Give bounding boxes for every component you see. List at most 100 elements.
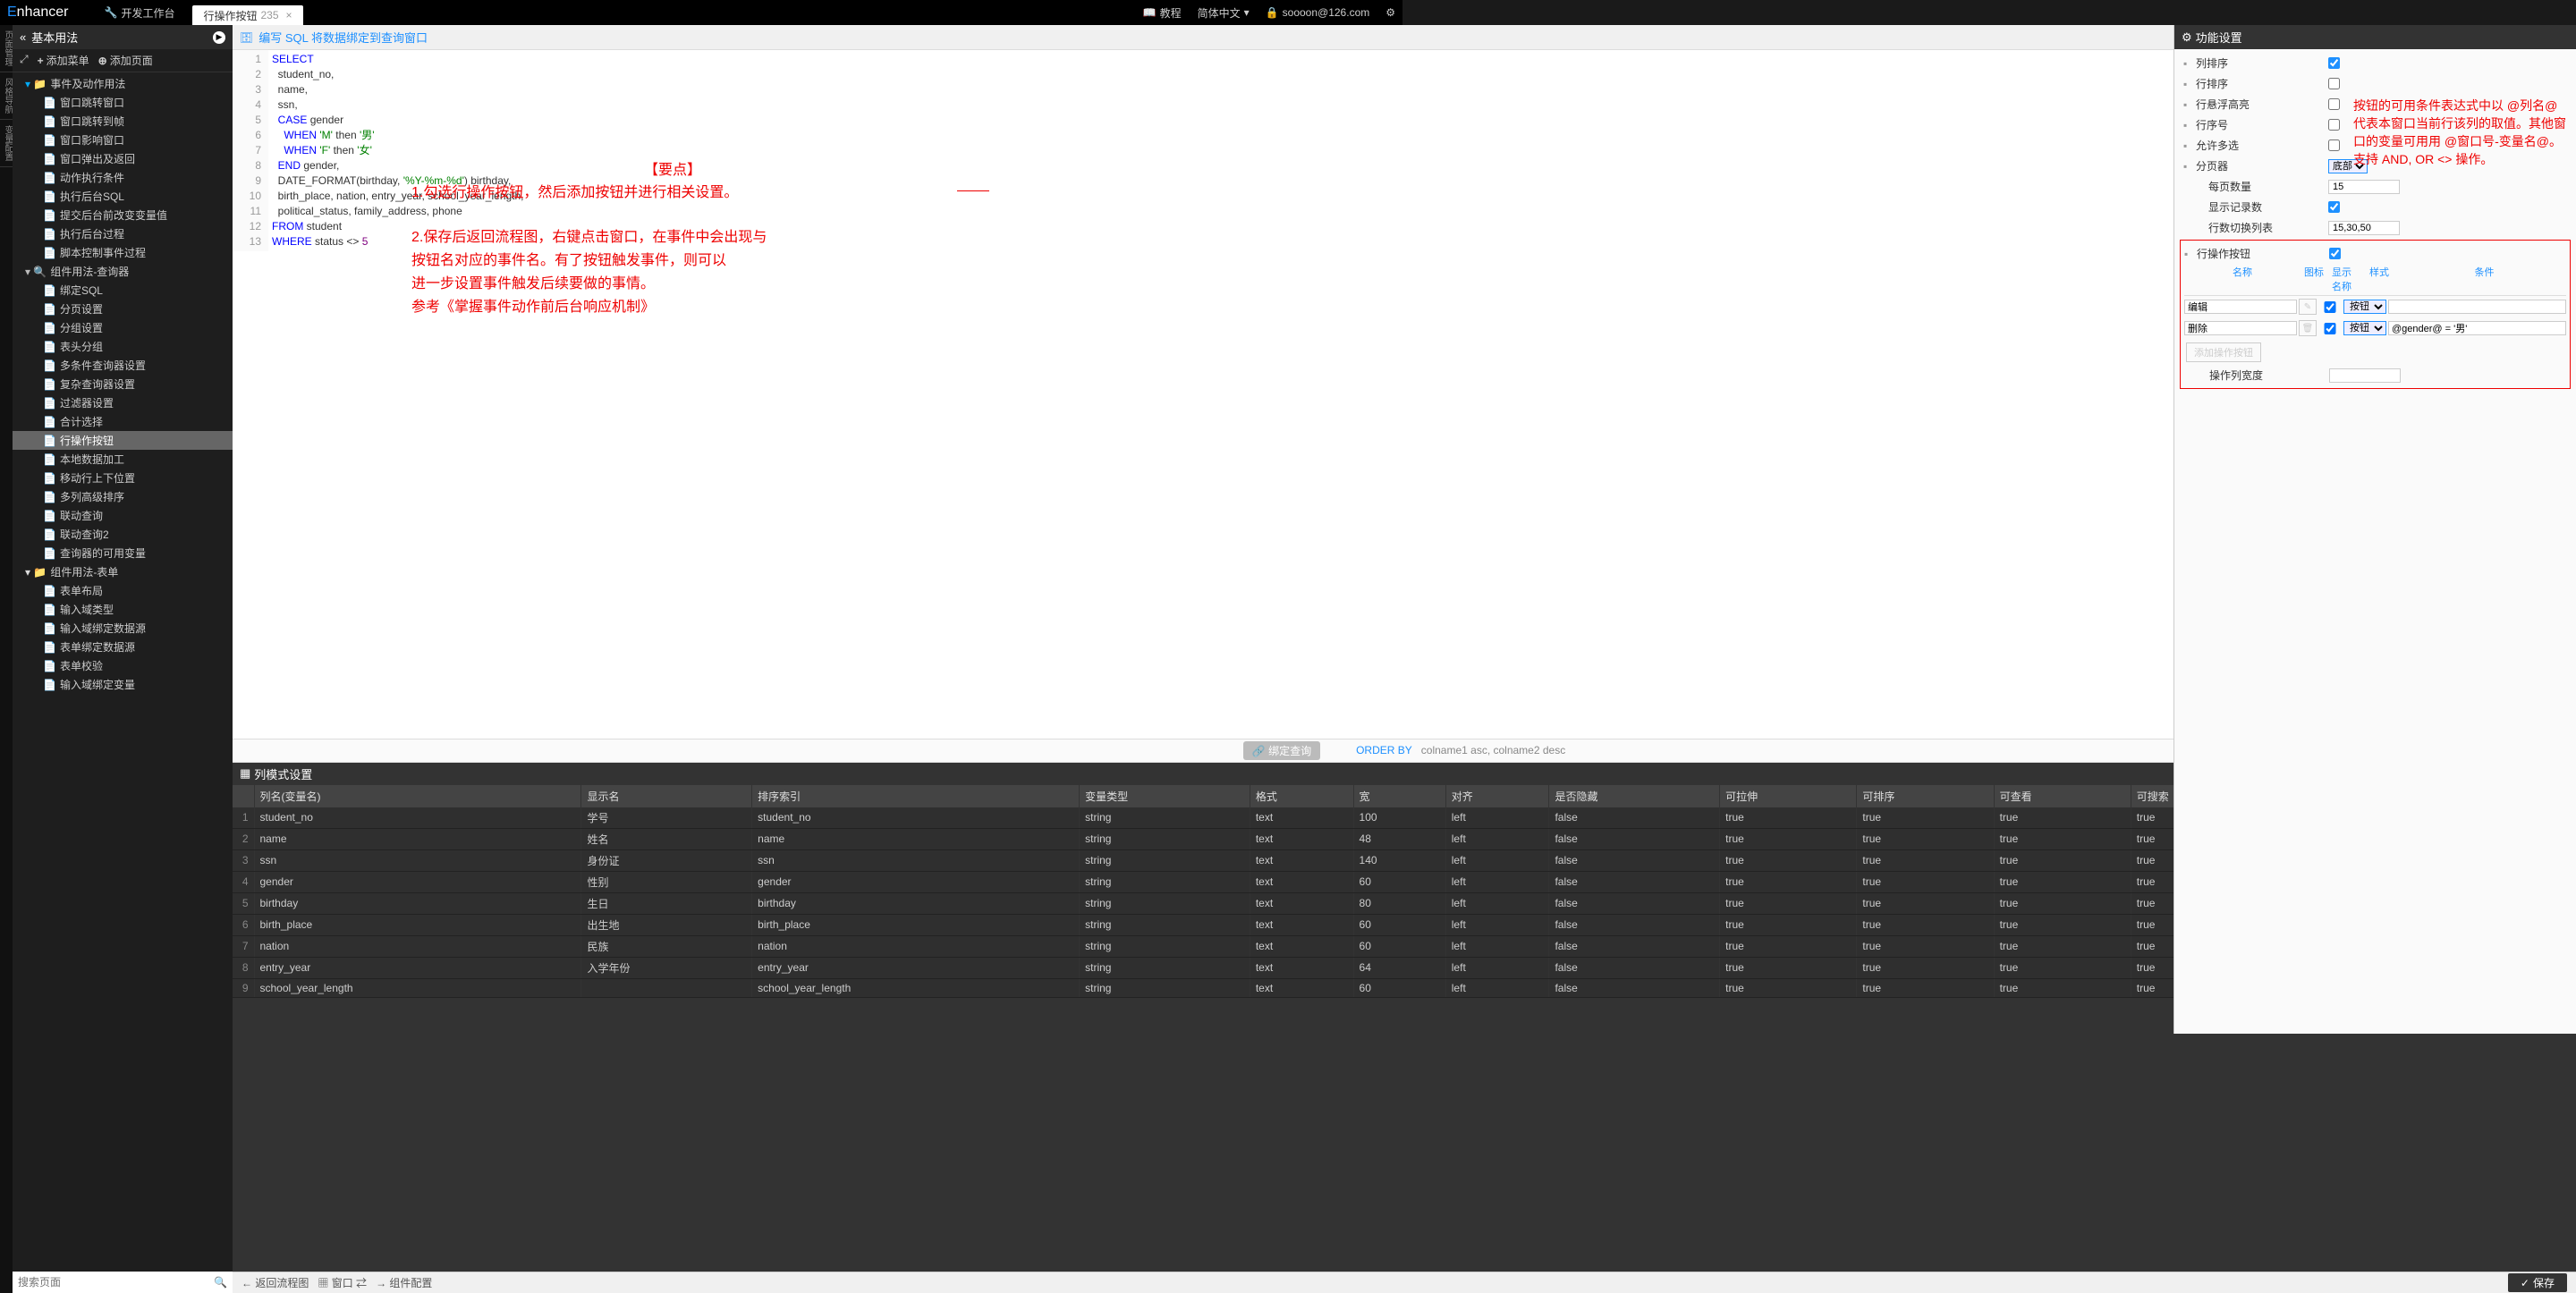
file-icon: 📄 (43, 341, 56, 353)
sidebar-item[interactable]: 📄查询器的可用变量 (13, 544, 233, 562)
sidebar-item[interactable]: 📄多条件查询器设置 (13, 356, 233, 375)
right-panel: ⚙功能设置 ▪列排序▪行排序▪行悬浮高亮▪行序号▪允许多选▪分页器底部每页数量显… (2174, 25, 2576, 1034)
rowop-show[interactable] (2318, 301, 2342, 313)
setting-checkbox[interactable] (2328, 201, 2340, 213)
sidebar-header[interactable]: « 基本用法 ▶ (13, 25, 233, 49)
sidebar-item[interactable]: ▾ 🔍组件用法-查询器 (13, 262, 233, 281)
save-button[interactable]: ✓ 保存 (2508, 1273, 2567, 1292)
setting-input[interactable] (2328, 221, 2400, 235)
sidebar-item[interactable]: 📄窗口弹出及返回 (13, 149, 233, 168)
col-header[interactable]: 列名(变量名) (254, 785, 581, 807)
bind-query-button[interactable]: 🔗 绑定查询 (1243, 741, 1320, 760)
rowop-style[interactable]: 按钮 (2343, 321, 2386, 335)
back-link[interactable]: ← 返回流程图 (242, 1275, 309, 1290)
sidebar-item[interactable]: 📄窗口影响窗口 (13, 131, 233, 149)
sidebar-item[interactable]: 📄表头分组 (13, 337, 233, 356)
sidebar-item[interactable]: 📄输入域绑定变量 (13, 675, 233, 694)
sidebar-item[interactable]: 📄过滤器设置 (13, 393, 233, 412)
rowop-checkbox[interactable] (2329, 248, 2341, 259)
setting-checkbox[interactable] (2328, 119, 2340, 131)
sidebar-item[interactable]: 📄移动行上下位置 (13, 469, 233, 487)
sidebar-item[interactable]: 📄合计选择 (13, 412, 233, 431)
sidebar-item[interactable]: 📄窗口跳转到帧 (13, 112, 233, 131)
setting-checkbox[interactable] (2328, 78, 2340, 89)
col-header[interactable]: 可拉伸 (1720, 785, 1857, 807)
setting-checkbox[interactable] (2328, 139, 2340, 151)
workbench-link[interactable]: 🔧开发工作台 (105, 5, 175, 21)
search-input[interactable] (18, 1276, 214, 1289)
add-page-button[interactable]: ⊕添加页面 (98, 53, 153, 68)
setting-checkbox[interactable] (2328, 98, 2340, 110)
sidebar-item[interactable]: 📄联动查询2 (13, 525, 233, 544)
active-tab[interactable]: 行操作按钮 235 × (192, 5, 302, 25)
file-icon: 📄 (43, 435, 56, 447)
sidebar-item[interactable]: 📄窗口跳转窗口 (13, 93, 233, 112)
sidebar-item[interactable]: 📄执行后台SQL (13, 187, 233, 206)
orderby-value[interactable]: colname1 asc, colname2 desc (1421, 744, 1565, 756)
rowop-name[interactable] (2184, 300, 2297, 314)
sidebar-item[interactable]: 📄复杂查询器设置 (13, 375, 233, 393)
breadcrumb: ← 返回流程图 ▦ 窗口 ⇄ → 组件配置 ✓ 保存 (233, 1272, 2576, 1293)
expand-icon[interactable]: ⤢ (20, 53, 29, 68)
rowop-style[interactable]: 按钮 (2343, 300, 2386, 314)
add-menu-button[interactable]: +添加菜单 (38, 53, 89, 68)
sidebar-tools: ⤢ +添加菜单 ⊕添加页面 (13, 49, 233, 72)
rowop-cond[interactable] (2388, 321, 2566, 335)
col-header[interactable]: 对齐 (1445, 785, 1549, 807)
col-header[interactable]: 是否隐藏 (1549, 785, 1720, 807)
sidebar-item[interactable]: 📄表单校验 (13, 656, 233, 675)
sidebar-item[interactable]: 📄行操作按钮 (13, 431, 233, 450)
col-header[interactable]: 变量类型 (1080, 785, 1250, 807)
col-header[interactable]: 显示名 (581, 785, 752, 807)
sidebar-item[interactable]: 📄输入域绑定数据源 (13, 619, 233, 638)
col-header[interactable]: 可排序 (1857, 785, 1994, 807)
play-icon[interactable]: ▶ (213, 31, 225, 44)
crumb-config[interactable]: → 组件配置 (376, 1275, 432, 1290)
col-header[interactable]: 宽 (1353, 785, 1445, 807)
sidebar-item[interactable]: 📄提交后台前改变变量值 (13, 206, 233, 224)
add-rowop-button[interactable]: 添加操作按钮 (2186, 342, 2261, 362)
sidebar-item[interactable]: 📄本地数据加工 (13, 450, 233, 469)
logo[interactable]: Enhancer (7, 4, 69, 21)
sidebar-item[interactable]: 📄联动查询 (13, 506, 233, 525)
rowop-show[interactable] (2318, 323, 2342, 334)
sidebar-item[interactable]: 📄输入域类型 (13, 600, 233, 619)
rowop-cond[interactable] (2388, 300, 2566, 314)
language-selector[interactable]: 简体中文 ▾ (1198, 5, 1250, 21)
sidebar-item[interactable]: 📄多列高级排序 (13, 487, 233, 506)
setting-input[interactable] (2328, 180, 2400, 194)
col-header[interactable]: 可查看 (1994, 785, 2131, 807)
sidebar-item[interactable]: 📄分页设置 (13, 300, 233, 318)
sidebar-item[interactable]: ▾ 📁组件用法-表单 (13, 562, 233, 581)
sidebar-item[interactable]: 📄分组设置 (13, 318, 233, 337)
rowop-row: 🗑 按钮 (2184, 317, 2566, 339)
col-header[interactable]: 格式 (1250, 785, 1353, 807)
user-account[interactable]: 🔒soooon@126.com (1266, 6, 1370, 19)
sidebar-item[interactable]: 📄脚本控制事件过程 (13, 243, 233, 262)
rowop-icon[interactable]: ✎ (2299, 299, 2317, 315)
sidebar-search[interactable]: 🔍 (13, 1272, 233, 1293)
sidebar-item[interactable]: 📄表单绑定数据源 (13, 638, 233, 656)
setting-row: 行数切换列表 (2174, 217, 2576, 238)
file-icon: 📄 (43, 322, 56, 334)
rowop-name[interactable] (2184, 321, 2297, 335)
sidebar-item[interactable]: 📄绑定SQL (13, 281, 233, 300)
tutorial-link[interactable]: 📖教程 (1143, 5, 1182, 21)
sidebar-item[interactable]: ▾ 📁事件及动作用法 (13, 74, 233, 93)
search-icon[interactable]: 🔍 (214, 1276, 227, 1289)
sidebar-item[interactable]: 📄动作执行条件 (13, 168, 233, 187)
settings-icon[interactable]: ⚙ (1385, 6, 1395, 19)
search-icon: ▾ 🔍 (25, 266, 47, 278)
rowop-width[interactable] (2329, 368, 2401, 383)
crumb-window[interactable]: ▦ 窗口 ⇄ (318, 1275, 367, 1290)
sidebar-tree: ▾ 📁事件及动作用法📄窗口跳转窗口📄窗口跳转到帧📄窗口影响窗口📄窗口弹出及返回📄… (13, 72, 233, 696)
file-icon: 📄 (43, 284, 56, 297)
setting-checkbox[interactable] (2328, 57, 2340, 69)
topbar: Enhancer 🔧开发工作台 行操作按钮 235 × 📖教程 简体中文 ▾ 🔒… (0, 0, 1402, 25)
close-icon[interactable]: × (286, 9, 292, 21)
rowop-icon[interactable]: 🗑 (2299, 320, 2317, 336)
col-header[interactable]: 排序索引 (752, 785, 1080, 807)
sidebar-item[interactable]: 📄表单布局 (13, 581, 233, 600)
file-icon: 📄 (43, 547, 56, 560)
sidebar-item[interactable]: 📄执行后台过程 (13, 224, 233, 243)
